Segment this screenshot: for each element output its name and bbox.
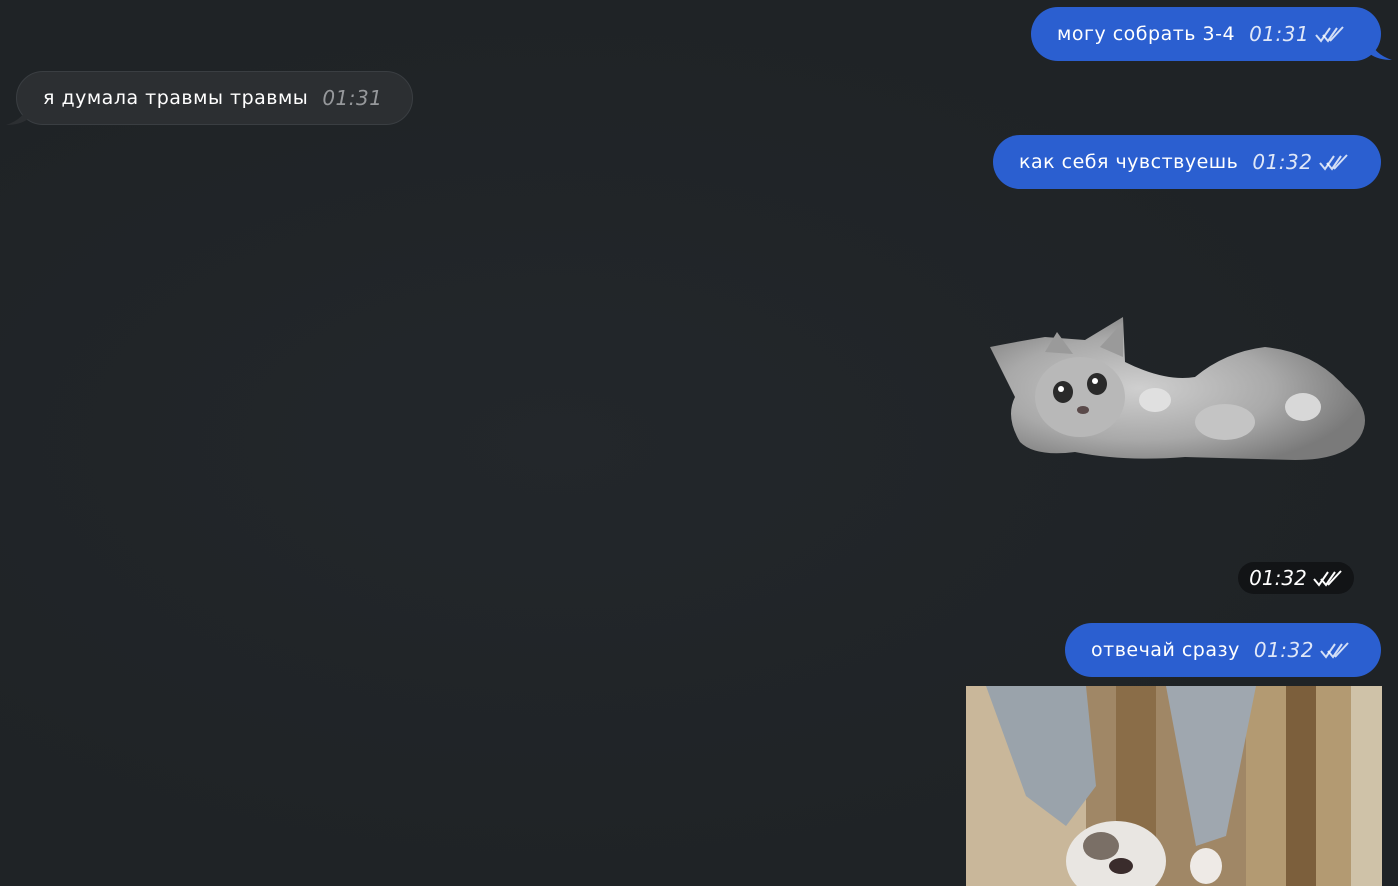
double-check-icon bbox=[1318, 153, 1349, 171]
kitten-sticker[interactable] bbox=[985, 312, 1375, 472]
message-time: 01:31 bbox=[322, 86, 383, 110]
bubble-tail bbox=[1370, 40, 1392, 60]
message-bubble-outgoing[interactable]: отвечай сразу 01:32 bbox=[1065, 623, 1381, 677]
double-check-icon bbox=[1320, 641, 1350, 659]
sticker-time-badge: 01:32 bbox=[1238, 562, 1354, 594]
message-bubble-outgoing[interactable]: как себя чувствуешь 01:32 bbox=[993, 135, 1381, 189]
double-check-icon bbox=[1315, 25, 1345, 43]
message-text: я думала травмы травмы bbox=[43, 87, 309, 109]
cat-gif-image[interactable] bbox=[966, 686, 1382, 886]
message-text: как себя чувствуешь bbox=[1019, 151, 1239, 173]
bubble-tail bbox=[6, 105, 28, 125]
message-time: 01:31 bbox=[1249, 22, 1310, 46]
message-time: 01:32 bbox=[1253, 638, 1314, 662]
chat-area: могу собрать 3-4 01:31 я думала травмы т… bbox=[0, 0, 1398, 886]
sticker-time: 01:32 bbox=[1249, 566, 1307, 590]
message-bubble-outgoing[interactable]: могу собрать 3-4 01:31 bbox=[1031, 7, 1381, 61]
message-bubble-incoming[interactable]: я думала травмы травмы 01:31 bbox=[16, 71, 413, 125]
message-text: могу собрать 3-4 bbox=[1057, 23, 1236, 45]
message-time: 01:32 bbox=[1252, 150, 1313, 174]
double-check-icon bbox=[1313, 569, 1343, 587]
message-text: отвечай сразу bbox=[1091, 639, 1240, 661]
